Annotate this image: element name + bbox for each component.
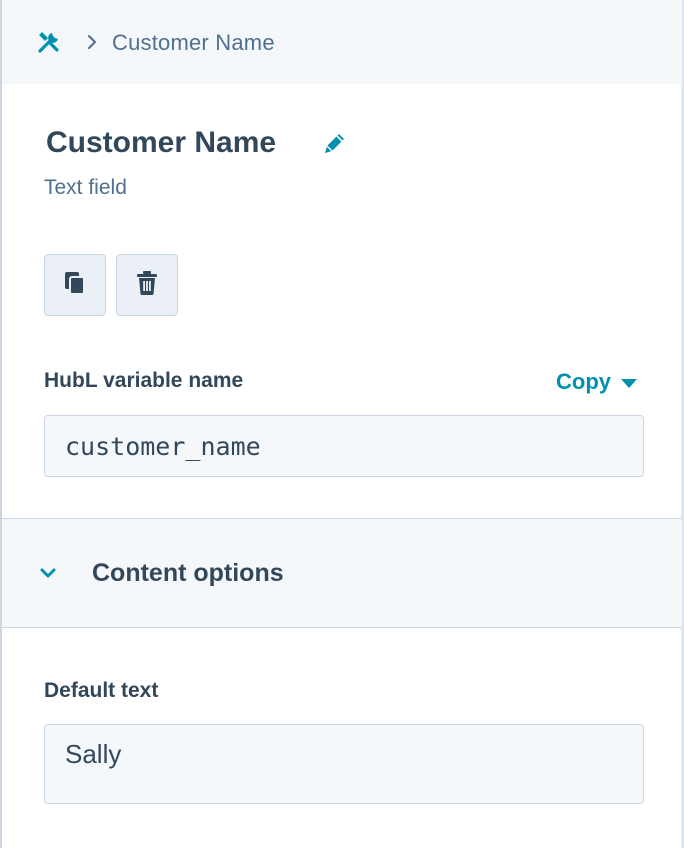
- field-type-label: Text field: [44, 176, 127, 199]
- copy-dropdown[interactable]: Copy: [556, 369, 637, 395]
- hubl-variable-input[interactable]: customer_name: [44, 415, 644, 477]
- pencil-icon[interactable]: [320, 130, 348, 158]
- tools-icon[interactable]: [36, 29, 62, 55]
- clone-field-button[interactable]: [44, 254, 106, 316]
- content-options-toggle[interactable]: Content options: [2, 518, 682, 628]
- chevron-down-icon: [38, 566, 58, 580]
- chevron-right-icon: [86, 33, 98, 51]
- delete-field-button[interactable]: [116, 254, 178, 316]
- caret-down-icon: [621, 379, 637, 388]
- section-title: Content options: [92, 559, 284, 587]
- panel-header: Customer Name: [2, 0, 682, 84]
- breadcrumb-current: Customer Name: [112, 30, 275, 55]
- hubl-variable-label: HubL variable name: [44, 369, 244, 392]
- copy-icon: [63, 270, 87, 301]
- field-title: Customer Name: [46, 126, 277, 159]
- trash-icon: [136, 270, 158, 301]
- field-editor-panel: Customer Name Customer Name Text field H…: [0, 0, 682, 848]
- default-text-input[interactable]: Sally: [44, 724, 644, 804]
- default-text-label: Default text: [44, 679, 159, 702]
- copy-label: Copy: [556, 369, 611, 394]
